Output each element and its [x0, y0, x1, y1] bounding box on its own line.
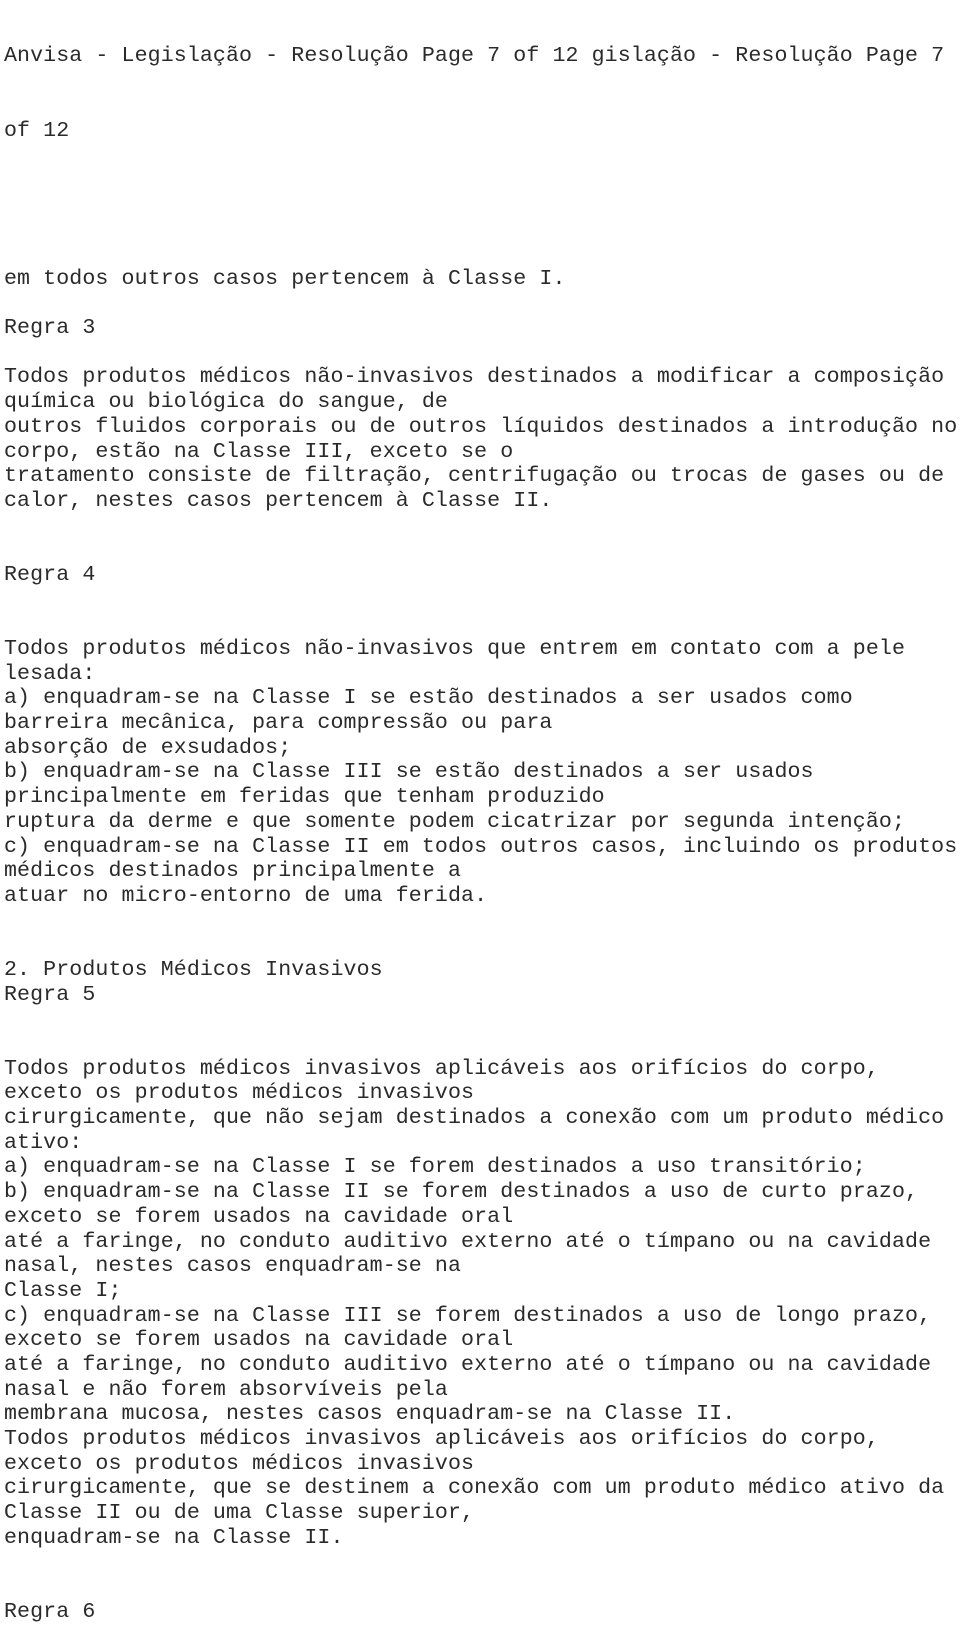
text-line: enquadram-se na Classe II.	[4, 1525, 344, 1550]
text-line: Todos produtos médicos invasivos aplicáv…	[4, 1427, 879, 1451]
text-line: corpo, estão na Classe III, exceto se o	[4, 439, 514, 464]
text-line: exceto se forem usados na cavidade oral	[4, 1204, 514, 1229]
page-header-line-2: of 12	[4, 118, 70, 143]
text-line: nasal, nestes casos enquadram-se na	[4, 1254, 462, 1279]
text-line: até a faringe, no conduto auditivo exter…	[4, 1352, 932, 1377]
text-line: membrana mucosa, nestes casos enquadram-…	[4, 1402, 736, 1427]
list-item-line: a) enquadram-se na Classe I se forem des…	[4, 1155, 866, 1180]
text-line: cirurgicamente, que se destinem a conexã…	[4, 1476, 945, 1501]
text-line: exceto se forem usados na cavidade oral	[4, 1328, 514, 1353]
text-line: barreira mecânica, para compressão ou pa…	[4, 711, 553, 736]
list-item-line: a) enquadram-se na Classe I se estão des…	[4, 686, 853, 711]
rule-heading: Regra 5	[4, 982, 96, 1007]
text-line: outros fluidos corporais ou de outros lí…	[4, 414, 958, 439]
text-line: médicos destinados principalmente a	[4, 859, 462, 884]
text-line: Classe II ou de uma Classe superior,	[4, 1501, 475, 1526]
list-item-line: c) enquadram-se na Classe III se forem d…	[4, 1303, 932, 1328]
list-item-line: c) enquadram-se na Classe II em todos ou…	[4, 834, 958, 859]
list-item-line: b) enquadram-se na Classe III se estão d…	[4, 760, 814, 785]
text-line: lesada:	[4, 661, 96, 686]
text-line: Classe I;	[4, 1278, 122, 1303]
rule-heading: Regra 4	[4, 562, 96, 587]
page-header-line-1: Anvisa - Legislação - Resolução Page 7 o…	[4, 44, 945, 69]
text-line: atuar no micro-entorno de uma ferida.	[4, 883, 488, 908]
rule-heading: Regra 3	[4, 316, 96, 341]
text-line: ruptura da derme e que somente podem cic…	[4, 809, 906, 834]
text-line: principalmente em feridas que tenham pro…	[4, 785, 605, 810]
text-line: Todos produtos médicos não-invasivos que…	[4, 637, 906, 661]
text-line: tratamento consiste de filtração, centri…	[4, 464, 945, 489]
list-item-line: b) enquadram-se na Classe II se forem de…	[4, 1180, 919, 1205]
section-heading: 2. Produtos Médicos Invasivos	[4, 957, 383, 982]
text-line: exceto os produtos médicos invasivos	[4, 1081, 475, 1106]
text-line: calor, nestes casos pertencem à Classe I…	[4, 488, 553, 513]
text-line: até a faringe, no conduto auditivo exter…	[4, 1229, 932, 1254]
text-line: ativo:	[4, 1130, 83, 1155]
text-line: nasal e não forem absorvíveis pela	[4, 1377, 448, 1402]
text-line: absorção de exsudados;	[4, 735, 292, 760]
text-line: Todos produtos médicos não-invasivos des…	[4, 365, 945, 390]
text-line: Todos produtos médicos invasivos aplicáv…	[4, 1056, 879, 1081]
rule-heading: Regra 6	[4, 1599, 96, 1624]
document-page: Anvisa - Legislação - Resolução Page 7 o…	[4, 0, 960, 1649]
document-body: em todos outros casos pertencem à Classe…	[4, 267, 960, 1625]
text-line: em todos outros casos pertencem à Classe…	[4, 266, 566, 291]
text-line: cirurgicamente, que não sejam destinados…	[4, 1106, 945, 1131]
text-line: exceto os produtos médicos invasivos	[4, 1451, 475, 1476]
text-line: química ou biológica do sangue, de	[4, 390, 448, 415]
